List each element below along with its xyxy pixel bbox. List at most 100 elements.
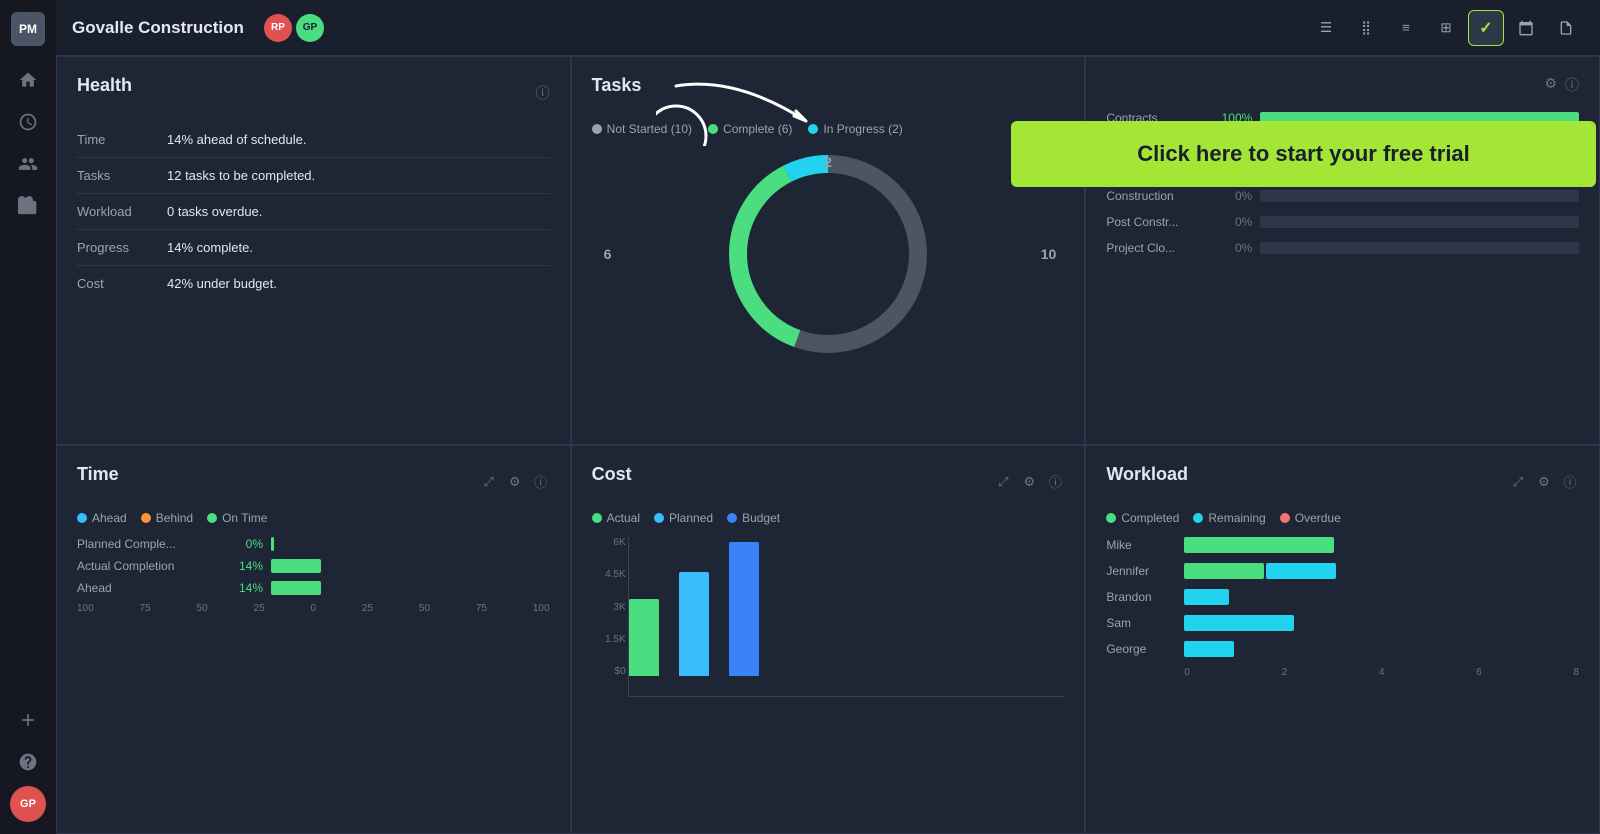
legend-behind: Behind bbox=[141, 511, 193, 525]
health-label-workload: Workload bbox=[77, 204, 167, 219]
health-row-progress: Progress 14% complete. bbox=[77, 230, 550, 266]
columns-view-button[interactable]: ⣿ bbox=[1348, 10, 1384, 46]
legend-dot-ahead bbox=[77, 513, 87, 523]
toolbar-icons: ☰ ⣿ ≡ ⊞ ✓ bbox=[1308, 10, 1584, 46]
list-view-button[interactable]: ☰ bbox=[1308, 10, 1344, 46]
legend-dot-completed bbox=[1106, 513, 1116, 523]
time-legend: Ahead Behind On Time bbox=[77, 511, 550, 525]
time-bar-fill-actual bbox=[271, 559, 321, 573]
workload-bar-george-remaining bbox=[1184, 641, 1234, 657]
workload-rows: Mike Jennifer Brandon bbox=[1106, 537, 1579, 657]
tasks-header: Tasks bbox=[592, 75, 1065, 110]
legend-label-overdue: Overdue bbox=[1295, 511, 1341, 525]
time-header: Time ⤢ ⚙ ⓘ bbox=[77, 464, 550, 499]
workload-bar-jennifer-completed bbox=[1184, 563, 1264, 579]
free-trial-banner[interactable]: Click here to start your free trial bbox=[1011, 121, 1596, 187]
legend-label-remaining: Remaining bbox=[1208, 511, 1265, 525]
workload-title: Workload bbox=[1106, 464, 1188, 485]
progress-settings-icon[interactable]: ⚙ bbox=[1544, 75, 1557, 95]
cost-title: Cost bbox=[592, 464, 632, 485]
workload-name-sam: Sam bbox=[1106, 616, 1176, 630]
avatar-gp[interactable]: GP bbox=[296, 14, 324, 42]
donut-label-top: 2 bbox=[824, 154, 832, 170]
workload-row-brandon: Brandon bbox=[1106, 589, 1579, 605]
legend-label-actual: Actual bbox=[607, 511, 640, 525]
progress-bar-bg bbox=[1260, 190, 1579, 202]
dashboard-grid: Click here to start your free trial Heal… bbox=[56, 56, 1600, 834]
time-bars: Planned Comple... 0% Actual Completion 1… bbox=[77, 537, 550, 595]
legend-planned: Planned bbox=[654, 511, 713, 525]
progress-icons: ⚙ ⓘ bbox=[1106, 75, 1579, 95]
legend-dot-on-time bbox=[207, 513, 217, 523]
workload-row-george: George bbox=[1106, 641, 1579, 657]
cost-info-icon[interactable]: ⓘ bbox=[1046, 473, 1064, 491]
sidebar-item-clock[interactable] bbox=[10, 104, 46, 140]
health-title: Health bbox=[77, 75, 132, 96]
time-bar-fill-planned bbox=[271, 537, 274, 551]
menu-view-button[interactable]: ≡ bbox=[1388, 10, 1424, 46]
time-title: Time bbox=[77, 464, 119, 485]
legend-label-budget: Budget bbox=[742, 511, 780, 525]
health-value-workload: 0 tasks overdue. bbox=[167, 204, 262, 219]
workload-expand-icon[interactable]: ⤢ bbox=[1509, 473, 1527, 491]
health-value-progress: 14% complete. bbox=[167, 240, 253, 255]
progress-row-name: Construction bbox=[1106, 189, 1206, 203]
cost-settings-icon[interactable]: ⚙ bbox=[1020, 473, 1038, 491]
progress-row-name: Project Clo... bbox=[1106, 241, 1206, 255]
workload-axis: 0 2 4 6 8 bbox=[1106, 667, 1579, 678]
chart-view-button[interactable]: ✓ bbox=[1468, 10, 1504, 46]
time-bar-pct-actual: 14% bbox=[225, 559, 263, 573]
health-rows: Time 14% ahead of schedule. Tasks 12 tas… bbox=[77, 122, 550, 301]
health-value-cost: 42% under budget. bbox=[167, 276, 277, 291]
sidebar-item-home[interactable] bbox=[10, 62, 46, 98]
legend-on-time: On Time bbox=[207, 511, 267, 525]
cost-chart: 6K 4.5K 3K 1.5K $0 bbox=[592, 537, 1065, 697]
legend-dot-remaining bbox=[1193, 513, 1203, 523]
legend-label-ahead: Ahead bbox=[92, 511, 127, 525]
file-view-button[interactable] bbox=[1548, 10, 1584, 46]
progress-row-name: Post Constr... bbox=[1106, 215, 1206, 229]
donut-label-left: 6 bbox=[604, 246, 612, 262]
app-logo[interactable]: PM bbox=[11, 12, 45, 46]
workload-info-icon[interactable]: ⓘ bbox=[1561, 473, 1579, 491]
table-view-button[interactable]: ⊞ bbox=[1428, 10, 1464, 46]
progress-info-icon[interactable]: ⓘ bbox=[1565, 75, 1579, 95]
health-row-workload: Workload 0 tasks overdue. bbox=[77, 194, 550, 230]
time-bar-ahead: Ahead 14% bbox=[77, 581, 550, 595]
user-avatar-bottom[interactable]: GP bbox=[10, 786, 46, 822]
time-bar-label-actual: Actual Completion bbox=[77, 559, 217, 573]
time-expand-icon[interactable]: ⤢ bbox=[480, 473, 498, 491]
legend-remaining: Remaining bbox=[1193, 511, 1265, 525]
workload-bars-george bbox=[1184, 641, 1579, 657]
tasks-legend: Not Started (10) Complete (6) In Progres… bbox=[592, 122, 1065, 136]
cost-bar-group-2 bbox=[679, 572, 709, 676]
legend-label-in-progress: In Progress (2) bbox=[823, 122, 902, 136]
legend-dot-actual bbox=[592, 513, 602, 523]
workload-bar-brandon-remaining bbox=[1184, 589, 1229, 605]
progress-row-pct: 0% bbox=[1214, 215, 1252, 229]
progress-row-pct: 0% bbox=[1214, 241, 1252, 255]
sidebar-item-help[interactable] bbox=[10, 744, 46, 780]
legend-label-complete: Complete (6) bbox=[723, 122, 792, 136]
health-row-cost: Cost 42% under budget. bbox=[77, 266, 550, 301]
legend-dot-planned bbox=[654, 513, 664, 523]
time-settings-icon[interactable]: ⚙ bbox=[506, 473, 524, 491]
time-axis: 100 75 50 25 0 25 50 75 100 bbox=[77, 603, 550, 614]
cost-bar-actual bbox=[629, 599, 659, 676]
workload-bars-mike bbox=[1184, 537, 1579, 553]
cost-bars bbox=[628, 537, 1065, 697]
sidebar-item-people[interactable] bbox=[10, 146, 46, 182]
time-panel-icons: ⤢ ⚙ ⓘ bbox=[480, 473, 550, 491]
workload-settings-icon[interactable]: ⚙ bbox=[1535, 473, 1553, 491]
health-info-icon[interactable]: ⓘ bbox=[536, 83, 550, 103]
cost-expand-icon[interactable]: ⤢ bbox=[994, 473, 1012, 491]
health-row-time: Time 14% ahead of schedule. bbox=[77, 122, 550, 158]
time-bar-label-ahead2: Ahead bbox=[77, 581, 217, 595]
avatar-rp[interactable]: RP bbox=[264, 14, 292, 42]
sidebar-item-add[interactable] bbox=[10, 702, 46, 738]
progress-panel: ⚙ ⓘ Contracts 100% Design 80% Procuremen… bbox=[1085, 56, 1600, 445]
calendar-view-button[interactable] bbox=[1508, 10, 1544, 46]
sidebar-item-briefcase[interactable] bbox=[10, 188, 46, 224]
time-info-icon[interactable]: ⓘ bbox=[532, 473, 550, 491]
cost-header: Cost ⤢ ⚙ ⓘ bbox=[592, 464, 1065, 499]
